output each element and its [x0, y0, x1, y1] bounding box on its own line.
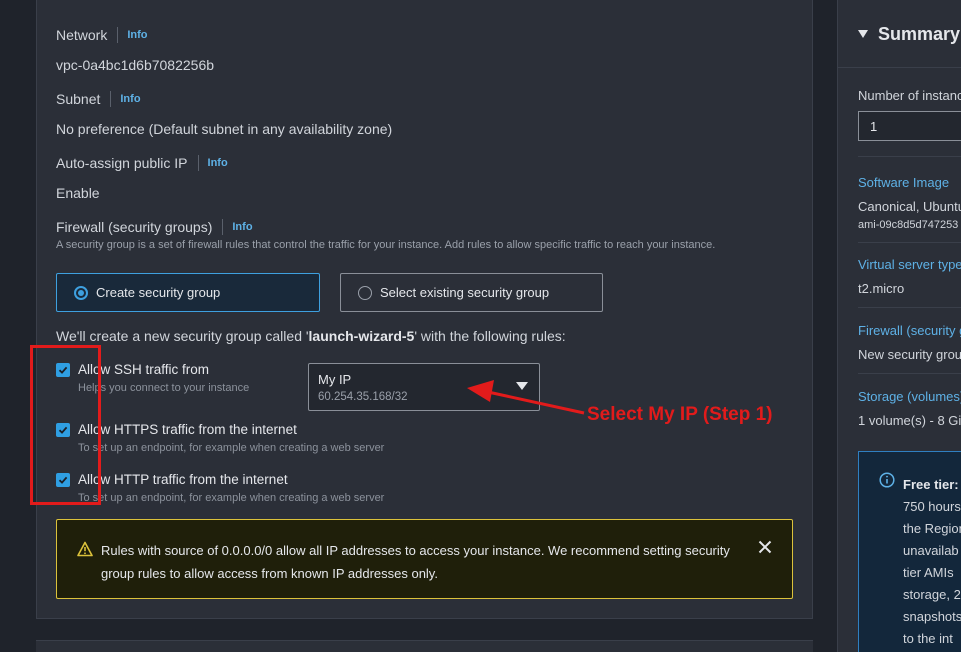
software-image-link[interactable]: Software Image: [858, 175, 949, 190]
free-tier-line: storage, 2: [903, 587, 961, 602]
firewall-link[interactable]: Firewall (security group): [858, 323, 961, 338]
instances-label: Number of instances: [858, 88, 961, 103]
divider: [858, 242, 961, 243]
divider: [858, 307, 961, 308]
free-tier-line: tier AMIs: [903, 565, 954, 580]
summary-title: Summary: [878, 24, 961, 44]
divider: [858, 156, 961, 157]
free-tier-text: 750 hours the Region unavailab tier AMIs…: [903, 496, 961, 650]
free-tier-alert: Free tier: 750 hours the Region unavaila…: [858, 451, 961, 652]
server-type-value: t2.micro: [858, 281, 905, 296]
close-icon[interactable]: [758, 540, 772, 554]
storage-value: 1 volume(s) - 8 GiB: [858, 413, 961, 428]
software-image-value: Canonical, Ubuntu: [858, 199, 961, 214]
firewall-summary-value: New security group: [858, 347, 961, 362]
collapse-triangle-icon[interactable]: [858, 30, 868, 38]
instances-input[interactable]: 1: [858, 111, 961, 141]
free-tier-line: snapshots: [903, 609, 961, 624]
info-icon: [879, 472, 895, 488]
server-type-link[interactable]: Virtual server type: [858, 257, 961, 272]
summary-sidebar: Summary Number of instances 1 Software I…: [837, 0, 961, 652]
warning-text: Rules with source of 0.0.0.0/0 allow all…: [101, 543, 730, 581]
storage-link[interactable]: Storage (volumes): [858, 389, 961, 404]
free-tier-line: 750 hours: [903, 499, 961, 514]
summary-header[interactable]: Summary: [838, 0, 961, 68]
warning-icon: [77, 541, 93, 557]
warning-alert: Rules with source of 0.0.0.0/0 allow all…: [56, 519, 793, 599]
free-tier-line: to the int: [903, 631, 953, 646]
software-image-ami: ami-09c8d5d747253: [858, 219, 959, 231]
divider: [858, 373, 961, 374]
annotation-text: Select My IP (Step 1): [587, 404, 773, 425]
free-tier-line: the Region: [903, 521, 961, 536]
free-tier-line: unavailab: [903, 543, 959, 558]
free-tier-title: Free tier:: [903, 477, 959, 492]
